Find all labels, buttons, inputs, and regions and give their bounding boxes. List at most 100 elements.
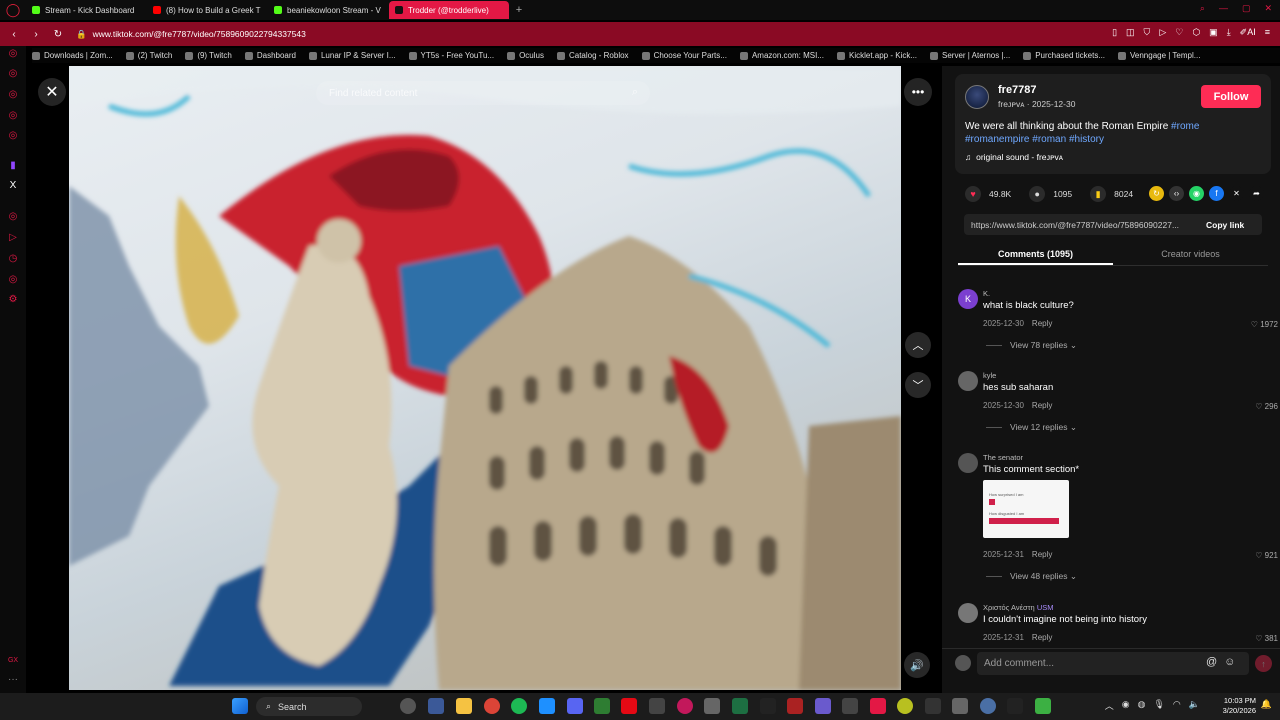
search-tabs-icon[interactable]: ⌕ [1200, 3, 1205, 14]
shield-icon[interactable]: ⛉ [1144, 27, 1151, 38]
x-share-icon[interactable]: ✕ [1229, 186, 1244, 201]
new-tab-button[interactable]: + [510, 4, 528, 16]
comment-bubble-icon[interactable]: ● [1029, 186, 1046, 202]
comment-avatar[interactable] [958, 603, 978, 623]
facebook-icon[interactable]: f [1209, 186, 1224, 201]
minecraft-icon[interactable] [1035, 698, 1051, 714]
player-icon[interactable]: ▷ [7, 232, 19, 244]
maximize-icon[interactable]: ▢ [1242, 3, 1251, 14]
author-username[interactable]: fre7787 [998, 84, 1037, 96]
sidebar-app-icon[interactable]: ◎ [7, 89, 19, 101]
bookmark-item[interactable]: Downloads | Zom... [32, 51, 113, 60]
opera-logo-icon[interactable]: ◯ [0, 0, 26, 20]
bookmark-item[interactable]: Kicklet.app - Kick... [836, 51, 917, 60]
tab-youtube[interactable]: (8) How to Build a Greek T [147, 1, 267, 19]
notes-icon[interactable] [815, 698, 831, 714]
embed-icon[interactable]: ‹› [1169, 186, 1184, 201]
taskbar-clock[interactable]: 10:03 PM 3/20/2026 [1223, 696, 1256, 716]
bookmark-item[interactable]: Amazon.com: MSI... [739, 51, 824, 60]
gx-icon[interactable]: GX [7, 655, 19, 667]
view-replies-button[interactable]: View 48 replies ⌄ [986, 571, 1077, 582]
sidebar-app-icon[interactable]: ◎ [7, 211, 19, 223]
bookmark-item[interactable]: Lunar IP & Server I... [308, 51, 396, 60]
back-icon[interactable]: ‹ [6, 29, 22, 40]
sidebar-app-icon[interactable]: ◎ [7, 274, 19, 286]
app-icon[interactable] [787, 698, 803, 714]
history-icon[interactable]: ◷ [7, 253, 19, 265]
bookmark-item[interactable]: (9) Twitch [185, 51, 232, 60]
bookmark-item[interactable]: Server | Aternos |... [930, 51, 1010, 60]
comment-avatar[interactable] [958, 453, 978, 473]
comment-likes[interactable]: ♡ 921 [1255, 551, 1278, 560]
tray-app-icon[interactable]: ◍ [1138, 699, 1146, 712]
bookmark-item[interactable]: Venngage | Templ... [1118, 51, 1200, 60]
epic-games-icon[interactable] [760, 698, 776, 714]
extensions-icon[interactable]: ⬡ [1192, 27, 1200, 38]
comment-likes[interactable]: ♡ 381 [1255, 634, 1278, 643]
find-related-search[interactable]: Find related content ⌕ [316, 81, 650, 105]
youtube-icon[interactable] [621, 698, 637, 714]
author-avatar[interactable] [965, 85, 989, 109]
search-icon[interactable]: ⌕ [632, 86, 638, 99]
microphone-icon[interactable]: 🎙 [1153, 699, 1164, 712]
download-icon[interactable]: ⤓ [1227, 27, 1231, 38]
tab-tiktok[interactable]: Trodder (@trodderlive) [389, 1, 509, 19]
next-video-button[interactable]: ﹀ [905, 372, 931, 398]
view-replies-button[interactable]: View 78 replies ⌄ [986, 340, 1077, 351]
tray-app-icon[interactable]: ◉ [1122, 699, 1130, 712]
wifi-icon[interactable]: ◠ [1173, 699, 1181, 712]
reply-button[interactable]: Reply [1032, 633, 1052, 642]
app-icon[interactable] [952, 698, 968, 714]
tab-comments[interactable]: Comments (1095) [958, 244, 1113, 265]
send-comment-button[interactable]: ↑ [1255, 655, 1272, 672]
x-icon[interactable]: X [7, 180, 19, 192]
settings-app-icon[interactable] [704, 698, 720, 714]
video-link-text[interactable]: https://www.tiktok.com/@fre7787/video/75… [964, 220, 1200, 230]
hashtag-link[interactable]: #roman [1032, 134, 1066, 145]
sidebar-more-icon[interactable]: ··· [7, 674, 19, 686]
comment-username[interactable]: Χριστός Ανέστη USM [983, 603, 1053, 612]
more-options-button[interactable]: ••• [904, 78, 932, 106]
follow-button[interactable]: Follow [1201, 85, 1261, 108]
mention-icon[interactable]: @ [1206, 656, 1217, 668]
app-icon[interactable] [594, 698, 610, 714]
comment-image-thumbnail[interactable]: How surprised I am How disgusted I am [983, 480, 1069, 538]
emoji-icon[interactable]: ☺ [1224, 656, 1235, 668]
taskbar-search[interactable]: ⌕ Search [256, 697, 362, 716]
comment-avatar[interactable] [958, 371, 978, 391]
photos-icon[interactable] [428, 698, 444, 714]
video-player[interactable] [69, 66, 901, 690]
bookmark-item[interactable]: (2) Twitch [125, 51, 172, 60]
gamepad-icon[interactable] [842, 698, 858, 714]
tab-kick-stream[interactable]: beaniekowloon Stream - V [268, 1, 388, 19]
bookmark-icon[interactable]: ▮ [1090, 186, 1107, 202]
settings-icon[interactable]: ⚙ [7, 294, 19, 306]
tab-creator-videos[interactable]: Creator videos [1113, 244, 1268, 265]
comment-likes[interactable]: ♡ 1972 [1251, 320, 1278, 329]
profile-icon[interactable]: ▣ [1209, 27, 1218, 38]
sidebar-app-icon[interactable]: ◎ [7, 68, 19, 80]
spotify-icon[interactable] [511, 698, 527, 714]
bookmark-item[interactable]: Dashboard [244, 51, 296, 60]
twitch-icon[interactable]: ▮ [7, 160, 19, 172]
copy-link-button[interactable]: Copy link [1206, 220, 1244, 230]
sound-link[interactable]: ♫ original sound - freᴊᴘᴠᴀ [965, 152, 1063, 162]
reply-button[interactable]: Reply [1032, 319, 1052, 328]
bookmark-item[interactable]: Purchased tickets... [1023, 51, 1105, 60]
menu-icon[interactable]: ≡ [1265, 27, 1270, 38]
close-video-button[interactable]: ✕ [38, 78, 66, 106]
comment-avatar[interactable]: K [958, 289, 978, 309]
forward-icon[interactable]: › [28, 29, 44, 40]
comment-username[interactable]: kyle [983, 371, 996, 380]
excel-icon[interactable] [732, 698, 748, 714]
play-icon[interactable]: ▷ [1159, 27, 1166, 38]
close-window-icon[interactable]: ✕ [1264, 3, 1272, 14]
app-icon[interactable] [897, 698, 913, 714]
url-field[interactable]: 🔒 www.tiktok.com/@fre7787/video/75896090… [76, 29, 306, 40]
reply-button[interactable]: Reply [1032, 401, 1052, 410]
bookmark-item[interactable]: YT5s - Free YouTu... [408, 51, 494, 60]
opera-gx-icon[interactable] [870, 698, 886, 714]
bookmark-page-icon[interactable]: ▯ [1112, 27, 1117, 38]
edge-icon[interactable] [539, 698, 555, 714]
hashtag-link[interactable]: #romanempire [965, 134, 1029, 145]
